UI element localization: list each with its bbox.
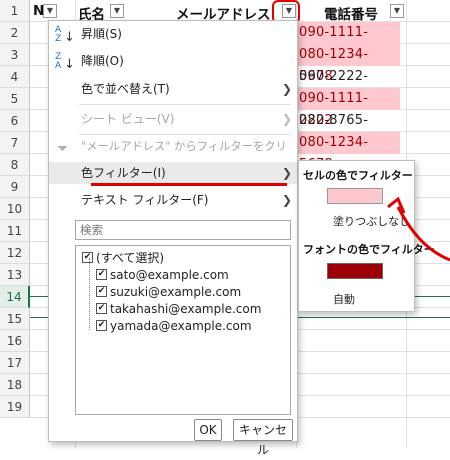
- chevron-right-icon: ❯: [282, 166, 293, 180]
- menu-separator: [79, 104, 291, 105]
- row-header-10[interactable]: 10: [0, 198, 30, 220]
- row-header-19[interactable]: 19: [0, 396, 30, 418]
- checkbox-checked[interactable]: ✔: [96, 320, 107, 331]
- sheet-view-item: シート ビュー(V) ❯: [49, 108, 297, 130]
- checkbox-checked[interactable]: ✔: [96, 269, 107, 280]
- phone-header: 電話番号: [324, 7, 378, 23]
- annotation-arrow: [387, 196, 450, 262]
- checkbox-checked[interactable]: ✔: [96, 303, 107, 314]
- dark-red-color-swatch[interactable]: [327, 263, 383, 279]
- row-header-9[interactable]: 9: [0, 176, 30, 198]
- row-header-1[interactable]: 1: [0, 0, 30, 22]
- phone-cell[interactable]: 090-1111-2222: [297, 88, 400, 128]
- annotation-underline: [91, 183, 287, 186]
- phone-cell[interactable]: 080-1234-5678: [297, 132, 400, 172]
- arrow-curve: [396, 206, 450, 262]
- filter-dropdown-a[interactable]: ▼: [43, 4, 57, 18]
- row-header-6[interactable]: 6: [0, 110, 30, 132]
- menu-separator: [79, 134, 291, 135]
- value-list: ✔ (すべて選択) ✔ sato@example.com ✔ suzuki@ex…: [75, 245, 291, 415]
- row-header-12[interactable]: 12: [0, 242, 30, 264]
- sort-ascending-icon: AZ ↓: [55, 25, 75, 45]
- ok-button[interactable]: OK: [194, 419, 222, 441]
- clear-filter-item: ⏷ "メールアドレス" からフィルターをクリア(C): [49, 136, 297, 175]
- row-header-3[interactable]: 3: [0, 44, 30, 66]
- phone-cell[interactable]: 090-1111-2222: [297, 22, 400, 62]
- chevron-right-icon: ❯: [282, 112, 293, 126]
- filter-dropdown-phone[interactable]: ▼: [390, 4, 404, 18]
- row-header-2[interactable]: 2: [0, 22, 30, 44]
- tree-guide: [89, 258, 91, 330]
- cell-color-title: セルの色でフィルター: [303, 169, 413, 182]
- row-header-4[interactable]: 4: [0, 66, 30, 88]
- row-header-5[interactable]: 5: [0, 88, 30, 110]
- row-header-18[interactable]: 18: [0, 374, 30, 396]
- text-filter-item[interactable]: テキスト フィルター(F) ❯: [49, 189, 297, 211]
- filter-dropdown-menu: AZ ↓ 昇順(S) ZA ↓ 降順(O) 色で並べ替え(T) ❯ シート ビュ…: [48, 20, 298, 457]
- row-header-8[interactable]: 8: [0, 154, 30, 176]
- checkbox-checked[interactable]: ✔: [82, 252, 93, 263]
- color-filter-item[interactable]: 色フィルター(I) ❯: [49, 162, 297, 184]
- pink-color-swatch[interactable]: [327, 188, 383, 204]
- automatic-option[interactable]: 自動: [333, 291, 355, 307]
- row-header-15[interactable]: 15: [0, 308, 30, 330]
- phone-cell[interactable]: 080-8765-4321: [297, 110, 400, 150]
- row-header-17[interactable]: 17: [0, 352, 30, 374]
- search-input[interactable]: 検索: [75, 220, 291, 240]
- cancel-button[interactable]: キャンセル: [233, 419, 293, 457]
- checkbox-checked[interactable]: ✔: [96, 286, 107, 297]
- row-header-16[interactable]: 16: [0, 330, 30, 352]
- row-header-13[interactable]: 13: [0, 264, 30, 286]
- row-header-14[interactable]: 14: [0, 286, 30, 308]
- chevron-right-icon: ❯: [282, 193, 293, 207]
- sort-by-color-item[interactable]: 色で並べ替え(T) ❯: [49, 78, 297, 100]
- phone-cell[interactable]: 090-2222-3333: [297, 66, 400, 106]
- phone-cell[interactable]: 080-1234-5678: [297, 44, 400, 84]
- chevron-right-icon: ❯: [282, 82, 293, 96]
- sort-descending-icon: ZA ↓: [55, 52, 75, 72]
- clear-filter-icon: ⏷: [57, 141, 69, 157]
- arrow-head: [387, 196, 406, 214]
- sort-ascending-item[interactable]: AZ ↓ 昇順(S): [49, 23, 297, 45]
- sort-descending-item[interactable]: ZA ↓ 降順(O): [49, 50, 297, 72]
- row-header-11[interactable]: 11: [0, 220, 30, 242]
- filter-dropdown-name[interactable]: ▼: [110, 4, 124, 18]
- row-header-7[interactable]: 7: [0, 132, 30, 154]
